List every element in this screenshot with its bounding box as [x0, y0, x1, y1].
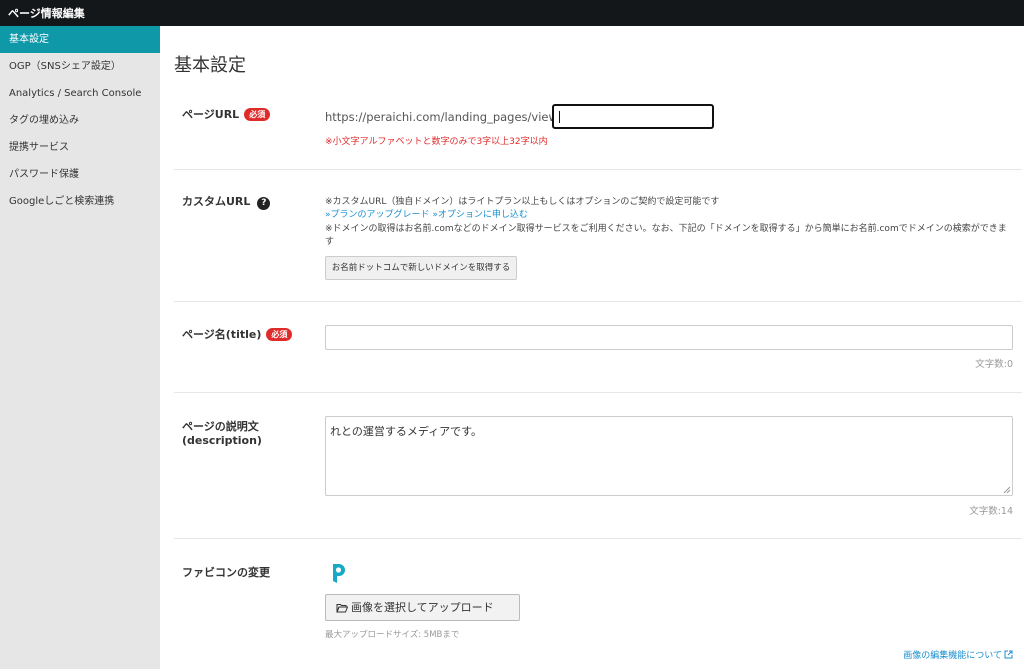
description-char-counter: 文字数:14	[969, 506, 1013, 517]
domain-note-line2: す	[325, 237, 335, 247]
max-upload-size-note: 最大アップロードサイズ: 5MBまで	[325, 630, 460, 640]
page-url-label: ページURL 必須	[182, 106, 271, 122]
upload-image-button[interactable]: 画像を選択してアップロード	[325, 594, 520, 621]
sidebar-item-ogp[interactable]: OGP（SNSシェア設定）	[0, 53, 160, 80]
page-url-label-text: ページURL	[182, 108, 240, 121]
upload-button-label: 画像を選択してアップロード	[351, 601, 494, 614]
favicon-label: ファビコンの変更	[182, 566, 270, 579]
title-char-counter: 文字数:0	[975, 359, 1013, 370]
page-name-label-text: ページ名(title)	[182, 328, 262, 341]
page-url-input[interactable]	[552, 104, 714, 129]
sidebar-item-partner-services[interactable]: 提携サービス	[0, 134, 160, 161]
image-edit-help-link[interactable]: 画像の編集機能について	[903, 648, 1013, 661]
page-title: 基本設定	[174, 55, 246, 76]
top-bar: ページ情報編集	[0, 0, 1024, 26]
divider	[174, 301, 1022, 302]
description-value: れとの運営するメディアです。	[330, 425, 483, 438]
get-domain-button[interactable]: お名前ドットコムで新しいドメインを取得する	[325, 256, 517, 280]
divider	[174, 392, 1022, 393]
url-validation-note: ※小文字アルファベットと数字のみで3字以上32字以内	[325, 137, 548, 147]
description-label-line2: (description)	[182, 434, 262, 447]
description-textarea[interactable]: れとの運営するメディアです。	[325, 416, 1013, 496]
sidebar: 基本設定 OGP（SNSシェア設定） Analytics / Search Co…	[0, 26, 160, 669]
folder-open-icon	[336, 604, 348, 613]
external-link-icon	[1004, 650, 1013, 659]
sidebar-item-analytics[interactable]: Analytics / Search Console	[0, 80, 160, 107]
custom-url-note: ※カスタムURL（独自ドメイン）はライトプラン以上もしくはオプションのご契約で設…	[325, 197, 720, 207]
required-badge: 必須	[266, 328, 293, 341]
required-badge: 必須	[244, 108, 271, 121]
page-title-input[interactable]	[325, 325, 1013, 350]
page-name-label: ページ名(title) 必須	[182, 326, 293, 342]
image-edit-help-link-text: 画像の編集機能について	[903, 651, 1002, 661]
url-prefix: https://peraichi.com/landing_pages/view/	[325, 110, 562, 124]
custom-url-links: »プランのアップグレード »オプションに申し込む	[325, 207, 528, 220]
resize-handle-icon[interactable]	[1003, 486, 1011, 494]
option-apply-link[interactable]: »オプションに申し込む	[432, 210, 528, 220]
divider	[174, 538, 1022, 539]
text-caret	[559, 111, 560, 123]
sidebar-item-google-jobs[interactable]: Googleしごと検索連携	[0, 188, 160, 215]
custom-url-label: カスタムURL?	[182, 193, 271, 210]
question-circle-icon[interactable]: ?	[257, 197, 271, 210]
sidebar-item-tag-embed[interactable]: タグの埋め込み	[0, 107, 160, 134]
domain-note-line1: ※ドメインの取得はお名前.comなどのドメイン取得サービスをご利用ください。なお…	[325, 224, 1007, 234]
sidebar-item-password[interactable]: パスワード保護	[0, 161, 160, 188]
window-title: ページ情報編集	[8, 7, 85, 20]
peraichi-logo-icon	[333, 564, 345, 583]
description-label-line1: ページの説明文	[182, 420, 259, 433]
plan-upgrade-link[interactable]: »プランのアップグレード	[325, 210, 430, 220]
divider	[174, 169, 1022, 170]
sidebar-item-basic-settings[interactable]: 基本設定	[0, 26, 160, 53]
main-content: 基本設定 ページURL 必須 https://peraichi.com/landi…	[160, 26, 1024, 669]
custom-url-label-text: カスタムURL	[182, 195, 251, 208]
